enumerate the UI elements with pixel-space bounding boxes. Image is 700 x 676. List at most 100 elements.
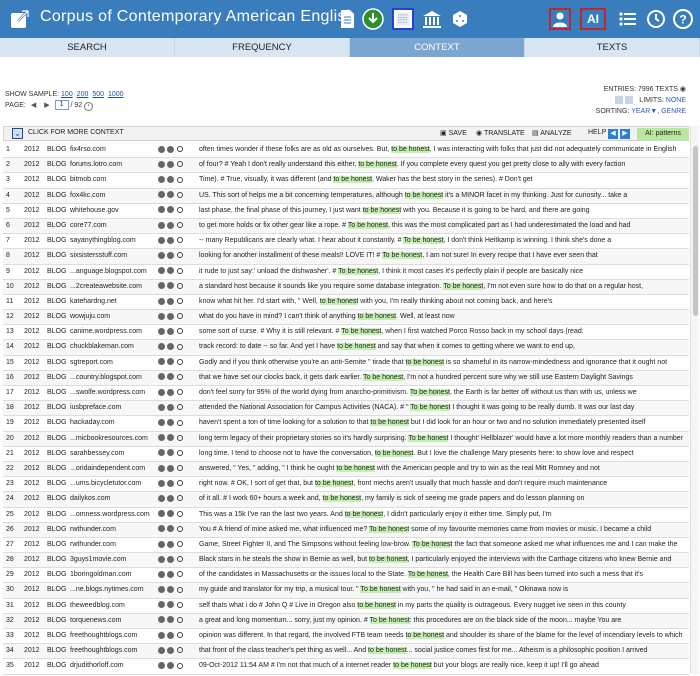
info-icon[interactable] xyxy=(158,662,165,670)
page-input[interactable]: 1 xyxy=(54,100,69,110)
info-icon[interactable] xyxy=(158,646,165,654)
info-icon[interactable] xyxy=(158,616,165,624)
keyword-hit[interactable]: to be honest xyxy=(337,343,376,351)
next-context-icon[interactable]: ▶ xyxy=(620,129,630,139)
expand-context-icon[interactable]: ⌄ xyxy=(12,128,23,139)
result-row[interactable]: 35 2012 BLOG drjudithorloff.com 09-Oct-2012 … xyxy=(3,659,689,675)
search-icon[interactable] xyxy=(177,313,183,320)
keyword-hit[interactable]: To be honest xyxy=(369,525,410,533)
result-row[interactable]: 15 2012 BLOG sgtreport.com Godly and if you … xyxy=(3,355,689,371)
result-row[interactable]: 19 2012 BLOG hackaday.com haven't spent a to… xyxy=(3,416,689,432)
user-icon[interactable] xyxy=(549,8,571,30)
keyword-hit[interactable]: To be honest xyxy=(412,540,453,548)
info-icon[interactable] xyxy=(158,327,165,335)
row-context[interactable]: US. This sort of helps me a bit concerni… xyxy=(199,189,689,203)
row-context[interactable]: 09-Oct-2012 11:54 AM # I'm not that much… xyxy=(199,659,689,673)
context-icon[interactable] xyxy=(167,327,174,335)
info-icon[interactable] xyxy=(158,312,165,320)
context-icon[interactable] xyxy=(167,570,174,578)
context-icon[interactable] xyxy=(167,510,174,518)
search-icon[interactable] xyxy=(177,161,183,168)
row-source-link[interactable]: 3guys1movie.com xyxy=(70,553,155,567)
result-row[interactable]: 33 2012 BLOG freethoughtblogs.com opinion wa… xyxy=(3,629,689,645)
info-icon[interactable] xyxy=(158,631,165,639)
row-source-link[interactable]: fox4kc.com xyxy=(70,189,155,203)
search-icon[interactable] xyxy=(177,176,183,183)
keyword-hit[interactable]: to be honest xyxy=(393,662,432,670)
search-icon[interactable] xyxy=(177,298,183,305)
search-icon[interactable] xyxy=(177,601,183,608)
museum-icon[interactable] xyxy=(421,8,443,30)
row-source-link[interactable]: fix4rso.com xyxy=(70,143,155,157)
row-source-link[interactable]: chuckblakeman.com xyxy=(70,340,155,354)
row-context[interactable]: long time. I tend to choose not to have … xyxy=(199,447,689,461)
search-icon[interactable] xyxy=(177,373,183,380)
search-icon[interactable] xyxy=(177,343,183,350)
context-icon[interactable] xyxy=(167,434,174,442)
row-source-link[interactable]: core77.com xyxy=(70,219,155,233)
info-icon[interactable] xyxy=(158,494,165,502)
search-icon[interactable] xyxy=(177,571,183,578)
search-icon[interactable] xyxy=(177,146,183,153)
menu-list-icon[interactable] xyxy=(617,8,639,30)
result-row[interactable]: 17 2012 BLOG ...swolfe.wordpress.com don't f… xyxy=(3,386,689,402)
info-icon[interactable] xyxy=(158,373,165,381)
row-source-link[interactable]: dailykos.com xyxy=(70,492,155,506)
result-row[interactable]: 25 2012 BLOG ...omness.wordpress.com This wa… xyxy=(3,507,689,523)
row-source-link[interactable]: freethoughtblogs.com xyxy=(70,644,155,658)
dice-icon[interactable] xyxy=(449,8,471,30)
info-icon[interactable] xyxy=(158,449,165,457)
result-row[interactable]: 14 2012 BLOG chuckblakeman.com track record:… xyxy=(3,340,689,356)
search-icon[interactable] xyxy=(177,647,183,654)
result-row[interactable]: 11 2012 BLOG katehardng.net know what hit he… xyxy=(3,294,689,311)
row-source-link[interactable]: ...country.blogspot.com xyxy=(70,371,155,385)
context-icon[interactable] xyxy=(167,464,174,472)
row-context[interactable]: of it all. # I work 60+ hours a week and… xyxy=(199,492,689,506)
info-icon[interactable] xyxy=(158,191,165,199)
result-row[interactable]: 29 2012 BLOG 1boringoldman.com of the candid… xyxy=(3,568,689,584)
row-source-link[interactable]: ...oridaindependent.com xyxy=(70,462,155,476)
result-row[interactable]: 18 2012 BLOG iusbpreface.com attended the Na… xyxy=(3,401,689,417)
search-icon[interactable] xyxy=(177,616,183,623)
result-row[interactable]: 2 2012 BLOG forums.lotro.com of four? # Yeah… xyxy=(3,158,689,174)
ai-patterns-button[interactable]: AI: patterns xyxy=(637,128,689,140)
row-context[interactable]: -- many Republicans are clearly what. I … xyxy=(199,234,689,248)
sample-200-link[interactable]: 200 xyxy=(77,91,89,98)
info-icon[interactable] xyxy=(158,601,165,609)
row-context[interactable]: Black stars in he steals the show in Ber… xyxy=(199,553,689,567)
search-icon[interactable] xyxy=(177,586,183,593)
keyword-hit[interactable]: to be honest xyxy=(370,419,409,427)
search-icon[interactable] xyxy=(177,541,183,548)
context-icon[interactable] xyxy=(167,267,174,275)
context-icon[interactable] xyxy=(167,282,174,290)
row-context[interactable]: Game, Street Fighter II, and The Simpson… xyxy=(199,538,689,552)
context-icon[interactable] xyxy=(167,646,174,654)
keyword-hit[interactable]: to be honest xyxy=(322,495,362,503)
row-context[interactable]: haven't spent a ton of time looking for … xyxy=(199,416,689,430)
search-icon[interactable] xyxy=(177,267,183,274)
keyword-hit[interactable]: to be honest xyxy=(344,510,384,518)
row-source-link[interactable]: rwthunder.com xyxy=(70,523,155,537)
search-icon[interactable] xyxy=(177,632,183,639)
scrollbar-thumb[interactable] xyxy=(693,146,698,316)
row-source-link[interactable]: canime.wordpress.com xyxy=(70,325,155,339)
context-icon[interactable] xyxy=(167,312,174,320)
context-icon[interactable] xyxy=(167,221,174,229)
row-context[interactable]: last phase, the final phase of this jour… xyxy=(199,204,689,218)
context-icon[interactable] xyxy=(167,191,174,199)
context-icon[interactable] xyxy=(167,236,174,244)
search-icon[interactable] xyxy=(177,252,183,259)
info-icon[interactable] xyxy=(158,555,165,563)
info-icon[interactable] xyxy=(158,586,165,594)
ai-button[interactable]: AI xyxy=(580,8,606,30)
row-source-link[interactable]: katehardng.net xyxy=(70,295,155,309)
context-icon[interactable] xyxy=(167,494,174,502)
tab-frequency[interactable]: FREQUENCY xyxy=(175,38,350,57)
info-icon[interactable] xyxy=(158,464,165,472)
keyword-hit[interactable]: to be honest xyxy=(405,632,445,639)
limits-value[interactable]: NONE xyxy=(666,97,686,104)
result-row[interactable]: 12 2012 BLOG wowjuju.com what do you have in… xyxy=(3,310,689,326)
info-icon[interactable] xyxy=(158,570,165,578)
row-source-link[interactable]: freethoughtblogs.com xyxy=(70,629,155,643)
search-icon[interactable] xyxy=(177,480,183,487)
